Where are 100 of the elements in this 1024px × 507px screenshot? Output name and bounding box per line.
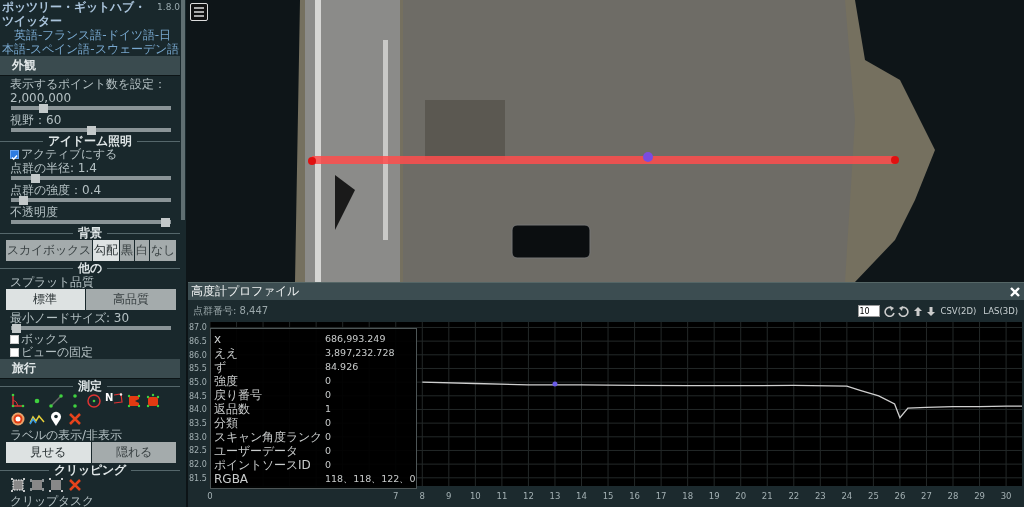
attribute-value: 118、118、122、0 <box>325 472 416 486</box>
checkbox-label: ビューの固定 <box>21 346 93 359</box>
group-title: 他の <box>78 262 102 274</box>
axis-tick-label: 82.5 <box>189 446 207 456</box>
slider-label: 点群の強度：0.4 <box>10 183 103 197</box>
slider-thumb[interactable] <box>161 217 170 227</box>
slider-track[interactable] <box>11 326 171 330</box>
app-title-links[interactable]: ポッツリー・ギットハブ・ツイッター <box>2 0 155 28</box>
circle-icon[interactable] <box>86 393 102 409</box>
clip-box-icon[interactable] <box>29 477 45 493</box>
slider-track[interactable] <box>11 198 171 202</box>
option-button[interactable]: 標準 <box>6 289 85 310</box>
field-label: スプラット品質 <box>9 275 95 289</box>
option-button[interactable]: 見せる <box>6 442 91 463</box>
delete-icon[interactable] <box>67 411 83 427</box>
attribute-value: 0 <box>325 416 333 430</box>
axis-tick-label: 86.5 <box>189 337 207 347</box>
checkbox[interactable] <box>10 348 19 357</box>
close-icon[interactable] <box>1009 285 1021 298</box>
section-header[interactable]: 旅行 <box>0 359 180 379</box>
attribute-name: ユーザーデータ <box>214 444 299 458</box>
delete-icon[interactable] <box>67 477 83 493</box>
axis-tick-label: 17 <box>655 491 667 501</box>
axis-tick-label: 20 <box>735 491 747 501</box>
angle-icon[interactable] <box>10 393 26 409</box>
axis-tick-label: 15 <box>602 491 614 501</box>
group-title: 背景 <box>78 227 102 239</box>
axis-tick-label: 14 <box>576 491 587 501</box>
arrow-up-icon[interactable] <box>912 305 923 317</box>
axis-tick-label: 11 <box>496 491 508 501</box>
axis-tick-label: 30 <box>1000 491 1012 501</box>
slider-label: 点群の半径: 1.4 <box>10 161 98 175</box>
slider-thumb[interactable] <box>19 195 29 205</box>
scrollbar[interactable] <box>181 0 185 220</box>
north-label: N <box>105 393 114 403</box>
target-icon[interactable] <box>10 411 26 427</box>
attribute-value: 3,897,232.728 <box>325 346 396 360</box>
menu-button[interactable] <box>190 3 208 21</box>
axis-tick-label: 26 <box>894 491 906 501</box>
export-link[interactable]: CSV(2D) <box>938 306 979 316</box>
field-label: クリップタスク <box>9 494 95 507</box>
attribute-name: 分類 <box>214 416 239 430</box>
arrow-down-icon[interactable] <box>925 305 936 317</box>
export-link[interactable]: LAS(3D) <box>981 306 1020 316</box>
attribute-name: RGBA <box>214 472 250 486</box>
checkbox-label: アクティブにする <box>21 148 117 161</box>
area-icon[interactable] <box>126 393 143 409</box>
option-button[interactable]: スカイボックス <box>6 240 92 261</box>
axis-tick-label: 81.5 <box>189 473 207 483</box>
attribute-value: 1 <box>325 402 333 416</box>
slider-track[interactable] <box>11 106 171 110</box>
rotate-clockwise-icon[interactable] <box>882 305 895 317</box>
slider-thumb[interactable] <box>31 173 41 183</box>
axis-tick-label: 29 <box>974 491 985 501</box>
option-button[interactable]: 黒 <box>120 240 134 261</box>
checkbox-label: ボックス <box>21 333 69 346</box>
axis-tick-label: 7 <box>393 491 399 501</box>
attribute-value: 0 <box>325 430 333 444</box>
slider-track[interactable] <box>11 128 171 132</box>
axis-tick-label: 16 <box>629 491 640 501</box>
location-pin-icon[interactable] <box>48 411 64 427</box>
menu-icon <box>192 5 206 19</box>
slider-track[interactable] <box>11 220 171 224</box>
section-header[interactable]: 外観 <box>0 56 180 76</box>
angle-line-icon <box>113 393 124 404</box>
slider-thumb[interactable] <box>86 125 96 135</box>
attribute-name: ポイントソースID <box>214 458 312 472</box>
axis-tick-label: 12 <box>523 491 534 501</box>
axis-tick-label: 8 <box>419 491 425 501</box>
language-links[interactable]: 英語-フランス語-ドイツ語-日本語-スペイン語-スウェーデン語 <box>0 28 180 56</box>
distance-icon[interactable] <box>48 393 64 409</box>
attribute-name: スキャン角度ランク <box>214 430 322 444</box>
option-button[interactable]: なし <box>150 240 176 261</box>
step-input[interactable]: 10 <box>857 305 880 317</box>
axis-tick-label: 87.0 <box>189 323 207 333</box>
slider-thumb[interactable] <box>38 103 48 113</box>
option-button[interactable]: 高品質 <box>85 289 176 310</box>
clip-box-icon[interactable] <box>10 477 26 493</box>
option-button[interactable]: 白 <box>135 240 149 261</box>
version-label: 1.8.0 <box>157 1 180 14</box>
axis-tick-label: 85.0 <box>189 378 207 388</box>
axis-tick-label: 19 <box>708 491 720 501</box>
checkbox[interactable] <box>10 150 19 159</box>
attribute-value: 0 <box>325 388 333 402</box>
axis-tick-label: 28 <box>947 491 959 501</box>
axis-tick-label: 10 <box>469 491 481 501</box>
selected-point-marker <box>552 381 558 387</box>
volume-icon[interactable] <box>145 393 162 409</box>
slider-thumb[interactable] <box>12 323 21 333</box>
slider-track[interactable] <box>11 176 171 180</box>
clip-box-icon[interactable] <box>48 477 64 493</box>
north-angle-tool[interactable]: N <box>105 393 124 409</box>
checkbox[interactable] <box>10 335 19 344</box>
attribute-value: 0 <box>325 374 333 388</box>
option-button[interactable]: 隠れる <box>91 442 176 463</box>
attribute-value: 0 <box>325 444 333 458</box>
rotate-counterclockwise-icon[interactable] <box>897 305 910 317</box>
slider-label: 表示するポイント数を設定：2,000,000 <box>10 77 167 105</box>
attribute-name: x <box>214 332 223 346</box>
option-button[interactable]: 勾配 <box>93 240 119 261</box>
